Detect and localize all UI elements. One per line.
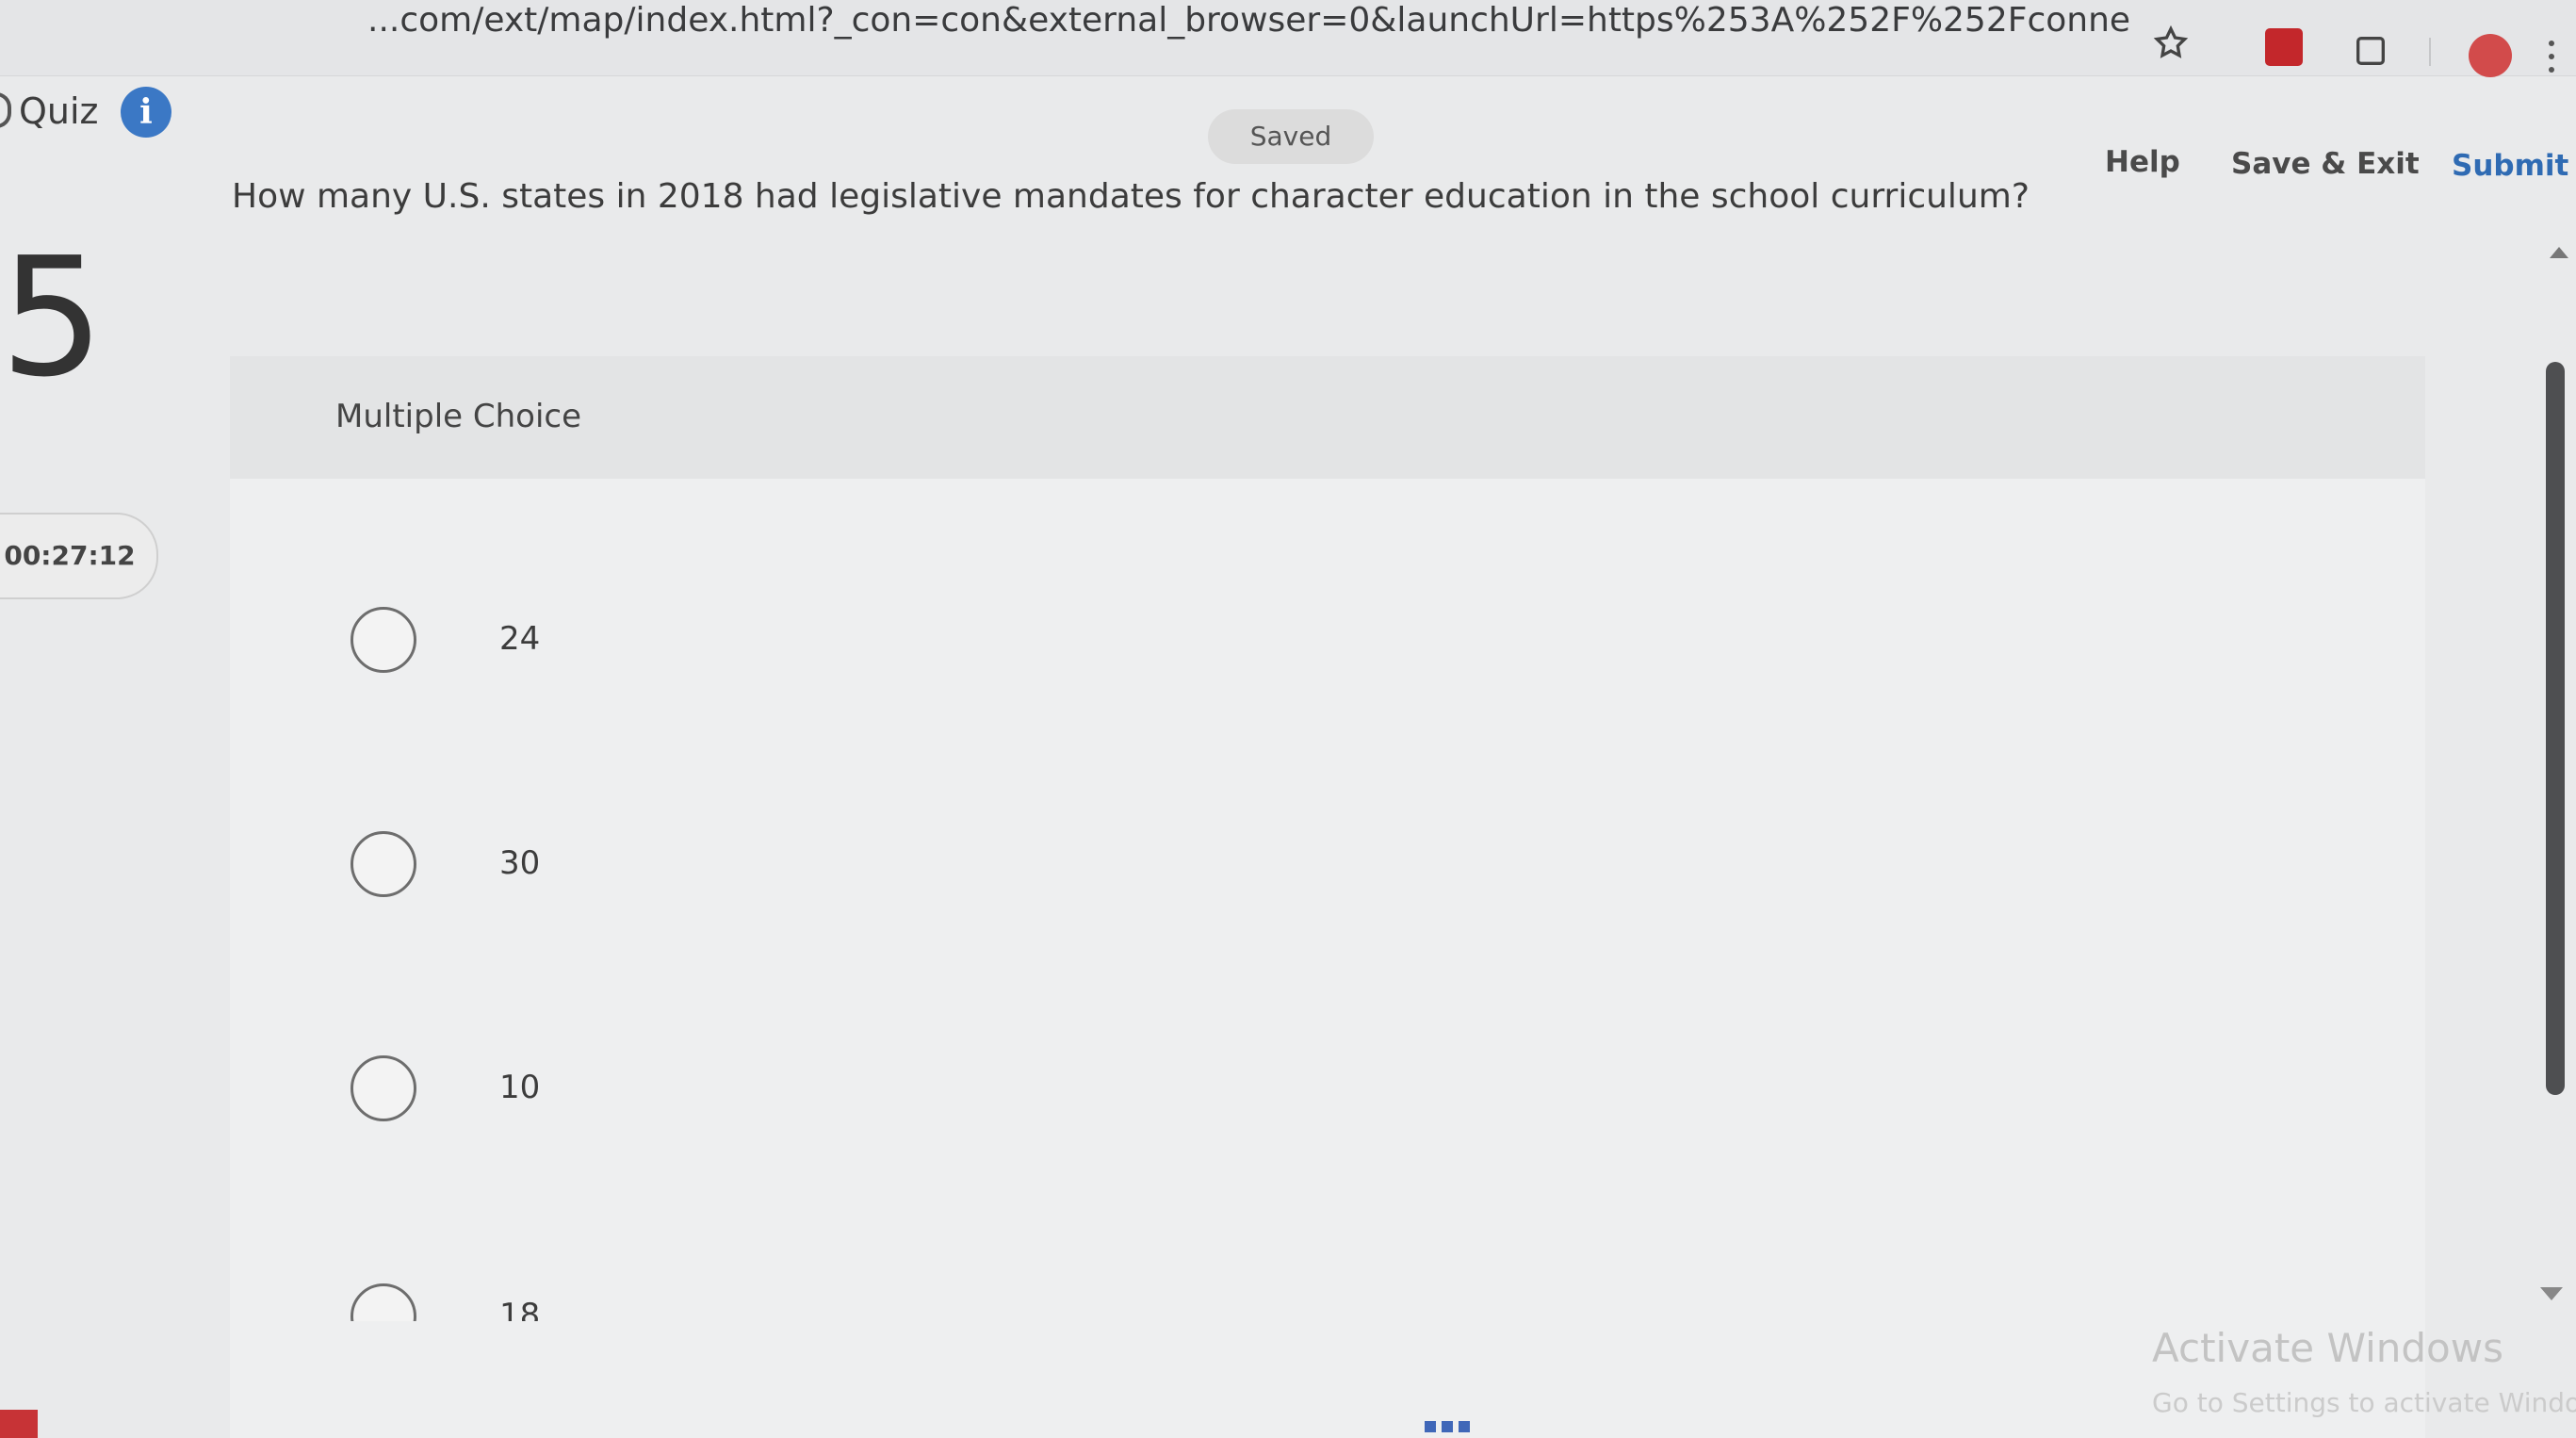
pdf-icon[interactable] xyxy=(2265,28,2303,66)
save-exit-button[interactable]: Save & Exit xyxy=(2231,147,2420,181)
option-label: 18 xyxy=(499,1297,541,1321)
answer-panel: Multiple Choice 24 30 10 18 xyxy=(230,356,2425,1438)
answer-panel-header: Multiple Choice xyxy=(230,356,2425,479)
timer: 00:27:12 xyxy=(0,513,158,599)
submit-button[interactable]: Submit xyxy=(2452,149,2568,183)
address-bar-url[interactable]: ...com/ext/map/index.html?_con=con&exter… xyxy=(367,2,2129,40)
answer-option-30[interactable]: 30 xyxy=(351,831,916,907)
menu-dots-icon[interactable] xyxy=(2548,40,2555,74)
question-number: 5 xyxy=(0,222,105,414)
taskbar-app-icon[interactable] xyxy=(0,1410,38,1438)
scrollbar-thumb[interactable] xyxy=(2546,362,2565,1095)
option-label: 24 xyxy=(499,620,541,658)
help-button[interactable]: Help xyxy=(2105,145,2180,179)
browser-toolbar: ...com/ext/map/index.html?_con=con&exter… xyxy=(0,0,2576,77)
scroll-up-arrow-icon[interactable] xyxy=(2550,247,2568,258)
scrollbar[interactable] xyxy=(2546,362,2567,1304)
star-icon[interactable] xyxy=(2152,25,2190,62)
toolbar-divider xyxy=(2429,38,2431,66)
profile-avatar[interactable] xyxy=(2469,34,2512,77)
radio-button[interactable] xyxy=(351,607,416,673)
question-type-label: Multiple Choice xyxy=(335,398,582,435)
scroll-down-arrow-icon[interactable] xyxy=(2540,1287,2563,1300)
quiz-title: Quiz xyxy=(19,90,99,132)
quiz-header: Quiz i Saved Help Save & Exit Submit xyxy=(0,75,2576,188)
radio-button[interactable] xyxy=(351,1055,416,1121)
question-text: How many U.S. states in 2018 had legisla… xyxy=(232,177,2030,216)
extension-icon[interactable] xyxy=(2352,32,2389,70)
option-label: 10 xyxy=(499,1069,541,1106)
answer-option-24[interactable]: 24 xyxy=(351,607,916,682)
answer-option-10[interactable]: 10 xyxy=(351,1055,916,1131)
taskbar-grid-icon[interactable] xyxy=(1425,1421,1470,1432)
activate-windows-watermark: Activate Windows xyxy=(2152,1325,2503,1371)
activate-windows-subtitle: Go to Settings to activate Windows. xyxy=(2152,1387,2576,1418)
radio-button[interactable] xyxy=(351,831,416,897)
back-icon[interactable] xyxy=(0,92,11,128)
info-icon[interactable]: i xyxy=(121,87,171,138)
option-label: 30 xyxy=(499,844,541,882)
saved-status-badge: Saved xyxy=(1208,109,1374,164)
radio-button[interactable] xyxy=(351,1283,416,1321)
answer-option-18[interactable]: 18 xyxy=(351,1283,916,1321)
